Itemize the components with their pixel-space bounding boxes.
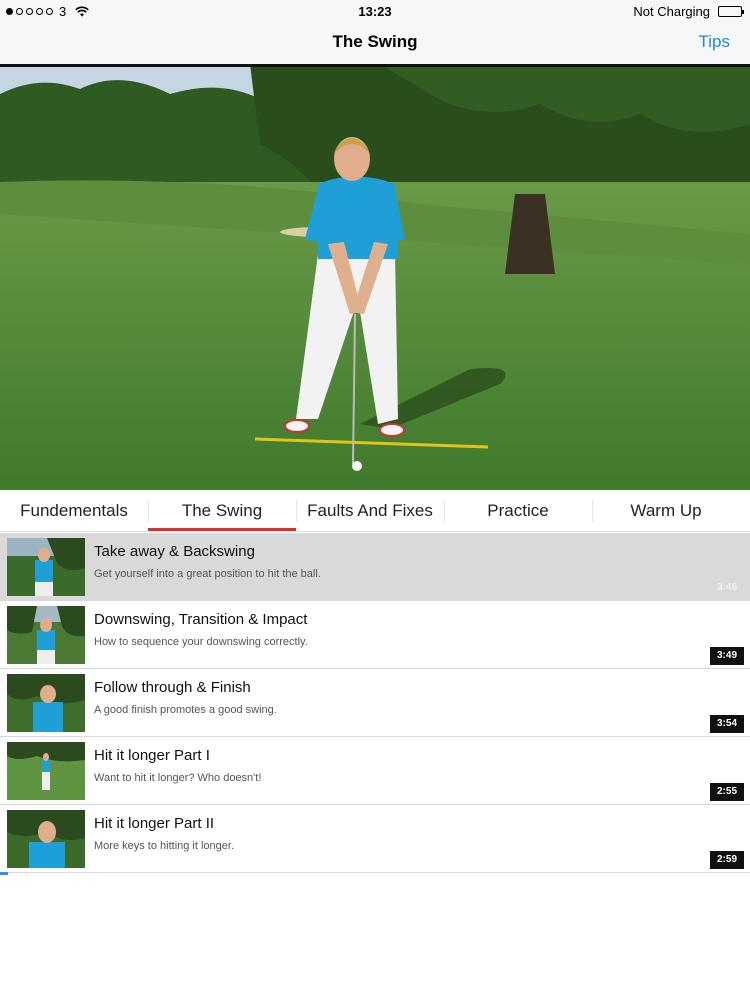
lesson-item-downswing[interactable]: Downswing, Transition & Impact How to se… (0, 601, 750, 669)
lesson-title: Follow through & Finish (94, 679, 251, 696)
lesson-thumbnail (7, 742, 85, 800)
lesson-title: Hit it longer Part I (94, 747, 210, 764)
lesson-list: Take away & Backswing Get yourself into … (0, 533, 750, 873)
lesson-thumbnail (7, 674, 85, 732)
scroll-indicator (0, 872, 8, 875)
tab-faults-and-fixes[interactable]: Faults And Fixes (296, 492, 444, 530)
lesson-title: Hit it longer Part II (94, 815, 215, 832)
duration-badge: 3:49 (710, 647, 744, 665)
lesson-title: Downswing, Transition & Impact (94, 611, 308, 628)
tab-fundementals[interactable]: Fundementals (0, 492, 148, 530)
lesson-item-hit-longer-1[interactable]: Hit it longer Part I Want to hit it long… (0, 737, 750, 805)
lesson-description: How to sequence your downswing correctly… (94, 636, 308, 648)
video-player[interactable] (0, 64, 750, 490)
duration-badge: 2:55 (710, 783, 744, 801)
navigation-bar: The Swing Tips (0, 22, 750, 64)
lesson-thumbnail (7, 810, 85, 868)
battery-icon (718, 6, 744, 17)
tab-warm-up[interactable]: Warm Up (592, 492, 740, 530)
lesson-description: A good finish promotes a good swing. (94, 704, 277, 716)
lesson-item-hit-longer-2[interactable]: Hit it longer Part II More keys to hitti… (0, 805, 750, 873)
duration-badge: 2:59 (710, 851, 744, 869)
lesson-description: Get yourself into a great position to hi… (94, 568, 321, 580)
video-frame (0, 64, 750, 490)
lesson-item-take-away[interactable]: Take away & Backswing Get yourself into … (0, 533, 750, 601)
charging-status: Not Charging (633, 4, 710, 19)
tab-the-swing[interactable]: The Swing (148, 492, 296, 531)
lesson-description: More keys to hitting it longer. (94, 840, 235, 852)
lesson-title: Take away & Backswing (94, 543, 255, 560)
lesson-item-follow-through[interactable]: Follow through & Finish A good finish pr… (0, 669, 750, 737)
lesson-thumbnail (7, 538, 85, 596)
status-bar: 3 13:23 Not Charging (0, 0, 750, 22)
battery-group: Not Charging (633, 4, 744, 19)
category-tabs: Fundementals The Swing Faults And Fixes … (0, 492, 750, 532)
lesson-description: Want to hit it longer? Who doesn't! (94, 772, 262, 784)
page-title: The Swing (332, 32, 418, 51)
duration-badge: 3:54 (710, 715, 744, 733)
duration-badge: 3:46 (716, 582, 737, 593)
tips-button[interactable]: Tips (699, 32, 731, 52)
tab-practice[interactable]: Practice (444, 492, 592, 530)
lesson-thumbnail (7, 606, 85, 664)
